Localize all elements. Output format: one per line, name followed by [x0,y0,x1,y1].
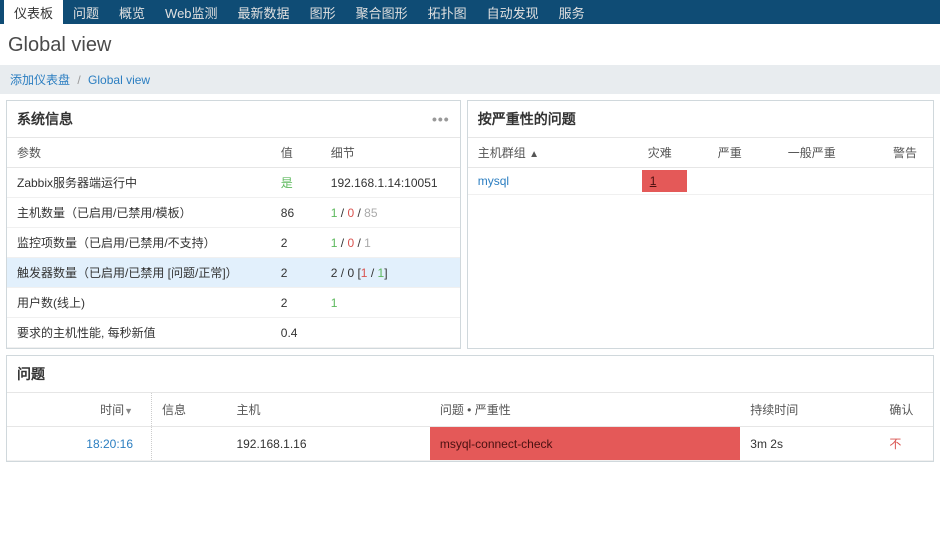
sysinfo-value: 2 [271,258,321,288]
problem-ack[interactable]: 不 [889,437,901,451]
severity-table: 主机群组 ▲ 灾难 严重 一般严重 警告 mysql 1 [468,138,933,195]
sysinfo-detail: 1 [321,288,460,318]
sysinfo-title: 系统信息 [17,109,73,129]
col-time[interactable]: 时间▼ [7,393,152,427]
sysinfo-param: 监控项数量（已启用/已禁用/不支持） [7,228,271,258]
sysinfo-table: 参数 值 细节 Zabbix服务器端运行中是192.168.1.14:10051… [7,138,460,348]
col-ack: 确认 [879,393,933,427]
severity-row: mysql 1 [468,168,933,195]
table-row: Zabbix服务器端运行中是192.168.1.14:10051 [7,168,460,198]
problem-row: 18:20:16 192.168.1.16 msyql-connect-chec… [7,427,933,461]
table-row: 要求的主机性能, 每秒新值0.4 [7,318,460,348]
col-param: 参数 [7,138,271,168]
breadcrumb-parent[interactable]: 添加仪表盘 [10,73,70,87]
nav-dashboard[interactable]: 仪表板 [4,0,63,26]
problem-duration: 3m 2s [740,427,879,461]
col-detail: 细节 [321,138,460,168]
sysinfo-param: 主机数量（已启用/已禁用/模板） [7,198,271,228]
problems-table: 时间▼ 信息 主机 问题 • 严重性 持续时间 确认 18:20:16 192.… [7,393,933,461]
col-warning[interactable]: 警告 [883,138,933,168]
breadcrumb: 添加仪表盘 / Global view [0,65,940,94]
sysinfo-value: 0.4 [271,318,321,348]
sysinfo-param: Zabbix服务器端运行中 [7,168,271,198]
nav-web[interactable]: Web监测 [155,0,228,26]
severity-widget: 按严重性的问题 主机群组 ▲ 灾难 严重 一般严重 警告 mysql 1 [467,100,934,349]
sysinfo-detail: 1 / 0 / 85 [321,198,460,228]
hostgroup-link[interactable]: mysql [478,174,509,188]
nav-services[interactable]: 服务 [549,0,595,26]
nav-discovery[interactable]: 自动发现 [477,0,549,26]
breadcrumb-current[interactable]: Global view [88,73,150,87]
table-row: 监控项数量（已启用/已禁用/不支持）21 / 0 / 1 [7,228,460,258]
nav-problems[interactable]: 问题 [63,0,109,26]
disaster-count[interactable]: 1 [642,170,687,192]
sysinfo-param: 用户数(线上) [7,288,271,318]
problem-severity[interactable]: msyql-connect-check [430,427,740,461]
top-nav: 仪表板 问题 概览 Web监测 最新数据 图形 聚合图形 拓扑图 自动发现 服务 [0,0,940,24]
nav-overview[interactable]: 概览 [109,0,155,26]
sysinfo-value: 86 [271,198,321,228]
col-general-severe[interactable]: 一般严重 [778,138,883,168]
sysinfo-detail: 192.168.1.14:10051 [321,168,460,198]
nav-maps[interactable]: 拓扑图 [418,0,477,26]
problem-info [152,427,227,461]
col-problem-sev[interactable]: 问题 • 严重性 [430,393,740,427]
table-row: 用户数(线上)21 [7,288,460,318]
sysinfo-widget: 系统信息 ••• 参数 值 细节 Zabbix服务器端运行中是192.168.1… [6,100,461,349]
sysinfo-value: 2 [271,288,321,318]
breadcrumb-sep: / [77,73,80,87]
table-row: 触发器数量（已启用/已禁用 [问题/正常]）22 / 0 [1 / 1] [7,258,460,288]
problems-widget: 问题 时间▼ 信息 主机 问题 • 严重性 持续时间 确认 18:20:16 1… [6,355,934,462]
widget-menu-icon[interactable]: ••• [432,111,450,127]
col-info: 信息 [152,393,227,427]
nav-graphs[interactable]: 图形 [300,0,346,26]
sysinfo-detail: 1 / 0 / 1 [321,228,460,258]
nav-screens[interactable]: 聚合图形 [346,0,418,26]
sysinfo-detail: 2 / 0 [1 / 1] [321,258,460,288]
sysinfo-value: 2 [271,228,321,258]
nav-latest[interactable]: 最新数据 [228,0,300,26]
col-disaster[interactable]: 灾难 [638,138,708,168]
sort-up-icon: ▲ [529,149,539,160]
sort-down-icon: ▼ [124,406,133,416]
col-duration: 持续时间 [740,393,879,427]
sysinfo-param: 触发器数量（已启用/已禁用 [问题/正常]） [7,258,271,288]
col-hostgroup[interactable]: 主机群组 ▲ [468,138,638,168]
severity-title: 按严重性的问题 [478,109,576,129]
table-row: 主机数量（已启用/已禁用/模板）861 / 0 / 85 [7,198,460,228]
col-severe[interactable]: 严重 [708,138,778,168]
problems-title: 问题 [17,364,45,384]
col-value: 值 [271,138,321,168]
sysinfo-detail [321,318,460,348]
problem-host: 192.168.1.16 [226,427,429,461]
sysinfo-param: 要求的主机性能, 每秒新值 [7,318,271,348]
page-title: Global view [0,24,940,65]
problem-time[interactable]: 18:20:16 [86,437,133,451]
col-host[interactable]: 主机 [226,393,429,427]
sysinfo-value: 是 [271,168,321,198]
